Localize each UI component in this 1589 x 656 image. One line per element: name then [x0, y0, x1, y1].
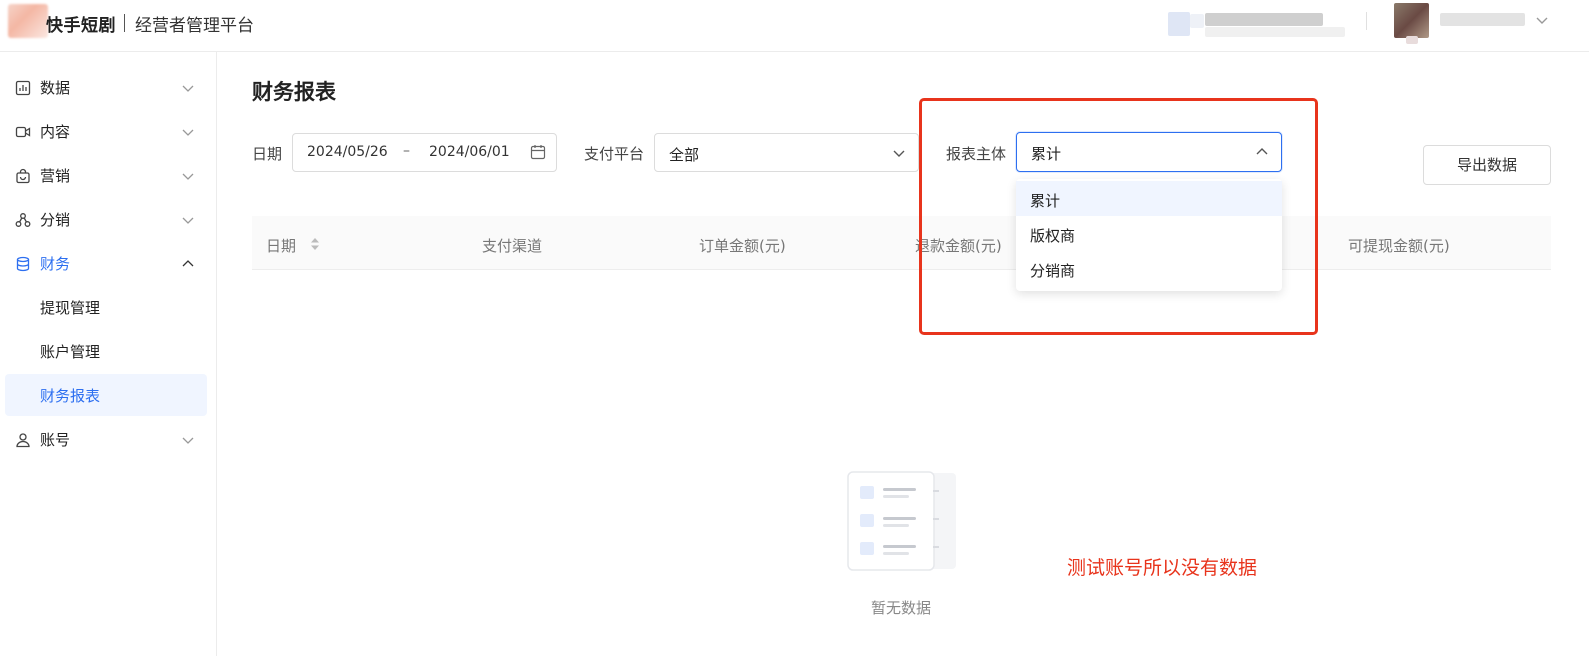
chevron-down-icon — [893, 150, 905, 157]
sidebar-item-financial-report[interactable]: 财务报表 — [5, 374, 207, 416]
top-header: 快手短剧 经营者管理平台 — [0, 0, 1589, 52]
sidebar-item-accounts[interactable]: 账户管理 — [5, 330, 207, 372]
platform-name: 经营者管理平台 — [135, 16, 254, 36]
date-filter-label: 日期 — [252, 145, 283, 163]
platform-select[interactable]: 全部 — [654, 133, 919, 172]
page-title: 财务报表 — [252, 80, 336, 104]
chevron-down-icon — [182, 85, 194, 92]
calendar-icon[interactable] — [530, 144, 546, 160]
sidebar-subitem-label: 提现管理 — [40, 299, 101, 317]
sort-icon[interactable] — [310, 237, 320, 251]
sidebar: 数据 内容 营销 分销 财务 提现管理 账户管理 财务报表 账号 — [0, 52, 217, 656]
column-header-date[interactable]: 日期 — [266, 235, 296, 256]
sidebar-subitem-label: 财务报表 — [40, 387, 101, 405]
sidebar-item-marketing[interactable]: 营销 — [5, 154, 207, 196]
chevron-down-icon — [182, 129, 194, 136]
sidebar-subitem-label: 账户管理 — [40, 343, 101, 361]
annotation-highlight-frame — [919, 98, 1318, 335]
video-icon — [15, 126, 31, 138]
table-header: 日期 支付渠道 订单金额(元) 退款金额(元) 可提现金额(元) — [252, 216, 1551, 270]
date-range-picker[interactable]: 2024/05/26 – 2024/06/01 — [292, 133, 557, 172]
chevron-up-icon — [182, 260, 194, 267]
sidebar-item-label: 财务 — [40, 255, 71, 273]
date-separator: – — [403, 143, 410, 159]
column-header-order-amount: 订单金额(元) — [699, 237, 786, 255]
database-icon — [16, 256, 30, 272]
app-logo[interactable] — [8, 4, 48, 38]
empty-state-text: 暂无数据 — [871, 599, 932, 617]
date-end[interactable]: 2024/06/01 — [429, 144, 510, 160]
sidebar-item-content[interactable]: 内容 — [5, 110, 207, 152]
bar-chart-icon — [15, 80, 31, 96]
brand-name: 快手短剧 — [46, 16, 116, 36]
sidebar-item-data[interactable]: 数据 — [5, 66, 207, 108]
user-icon — [16, 433, 30, 448]
sidebar-item-distribution[interactable]: 分销 — [5, 198, 207, 240]
brand-divider — [124, 14, 125, 32]
platform-filter-label: 支付平台 — [584, 145, 645, 163]
sidebar-item-label: 账号 — [40, 431, 71, 449]
annotation-note: 测试账号所以没有数据 — [1067, 557, 1258, 579]
header-divider — [1366, 12, 1367, 30]
export-data-button[interactable]: 导出数据 — [1423, 145, 1551, 185]
sidebar-item-finance[interactable]: 财务 — [5, 242, 207, 284]
column-header-channel: 支付渠道 — [482, 237, 543, 255]
chevron-down-icon — [182, 437, 194, 444]
sidebar-item-label: 分销 — [40, 211, 71, 229]
shopping-bag-icon — [16, 168, 30, 184]
sidebar-item-label: 营销 — [40, 167, 71, 185]
sidebar-item-label: 内容 — [40, 123, 71, 141]
date-start[interactable]: 2024/05/26 — [307, 144, 388, 160]
empty-state-illustration — [847, 471, 956, 571]
platform-select-value: 全部 — [669, 146, 700, 164]
sidebar-item-account[interactable]: 账号 — [5, 418, 207, 460]
chevron-down-icon[interactable] — [1535, 13, 1549, 27]
sidebar-item-label: 数据 — [40, 79, 71, 97]
network-icon — [15, 213, 31, 227]
sidebar-item-withdrawal[interactable]: 提现管理 — [5, 286, 207, 328]
chevron-down-icon — [182, 217, 194, 224]
chevron-down-icon — [182, 173, 194, 180]
column-header-withdrawable-amount: 可提现金额(元) — [1348, 237, 1450, 255]
